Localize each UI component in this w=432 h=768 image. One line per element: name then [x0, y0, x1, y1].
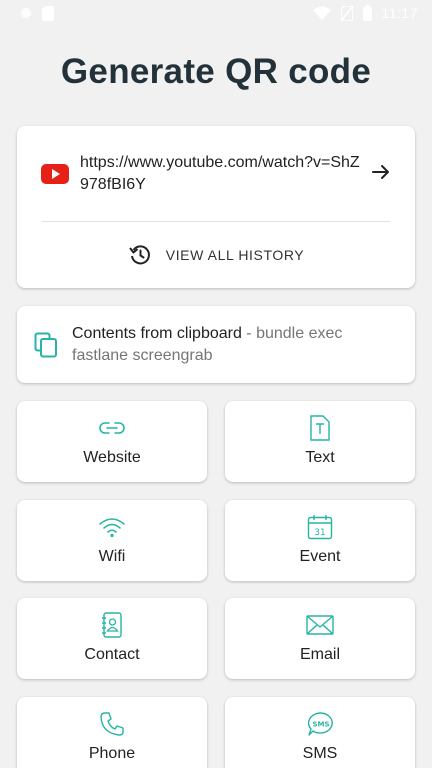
phone-icon	[100, 712, 124, 736]
wifi-icon	[312, 6, 331, 20]
youtube-icon	[41, 164, 69, 184]
tile-wifi[interactable]: Wifi	[17, 500, 207, 581]
no-sim-icon	[340, 5, 353, 21]
calendar-icon: 31	[307, 515, 333, 540]
tile-text[interactable]: Text	[225, 401, 415, 482]
tile-label: Event	[299, 548, 341, 565]
tile-label: SMS	[302, 745, 338, 762]
tile-event[interactable]: 31 Event	[225, 500, 415, 581]
tile-website[interactable]: Website	[17, 401, 207, 482]
history-item[interactable]: https://www.youtube.com/watch?v=ShZ978fB…	[17, 126, 415, 222]
tile-label: Email	[299, 646, 340, 663]
sd-card-icon	[42, 5, 54, 21]
status-bar: 11:17	[0, 0, 432, 26]
tile-label: Website	[83, 449, 141, 466]
clipboard-card[interactable]: Contents from clipboard - bundle exec fa…	[17, 306, 415, 383]
clipboard-text: Contents from clipboard - bundle exec fa…	[72, 323, 392, 367]
tile-phone[interactable]: Phone	[17, 697, 207, 768]
tile-contact[interactable]: Contact	[17, 598, 207, 679]
history-icon	[128, 245, 150, 265]
link-icon	[99, 422, 125, 434]
status-time: 11:17	[381, 5, 418, 21]
arrow-right-icon[interactable]	[371, 162, 391, 182]
svg-text:31: 31	[314, 528, 325, 538]
history-url: https://www.youtube.com/watch?v=ShZ978fB…	[80, 154, 360, 193]
tile-label: Text	[305, 449, 335, 466]
notification-icon	[21, 8, 31, 18]
tile-email[interactable]: Email	[225, 598, 415, 679]
svg-text:SMS: SMS	[312, 721, 329, 729]
contact-book-icon	[102, 612, 122, 638]
view-all-history-button[interactable]: VIEW ALL HISTORY	[17, 222, 415, 288]
tile-label: Phone	[88, 745, 136, 762]
tile-label: Wifi	[98, 548, 126, 565]
history-card: https://www.youtube.com/watch?v=ShZ978fB…	[17, 126, 415, 288]
tile-sms[interactable]: SMS SMS	[225, 697, 415, 768]
text-icon	[310, 415, 330, 441]
wifi-icon	[99, 518, 125, 538]
clipboard-label: Contents from clipboard	[72, 325, 242, 342]
battery-icon	[362, 5, 372, 21]
sms-icon: SMS	[307, 712, 333, 736]
page-title: Generate QR code	[60, 52, 372, 91]
copy-icon	[34, 332, 57, 358]
clipboard-separator: -	[241, 325, 257, 342]
tile-label: Contact	[84, 646, 140, 663]
envelope-icon	[306, 615, 334, 635]
view-all-history-label: VIEW ALL HISTORY	[165, 247, 305, 263]
